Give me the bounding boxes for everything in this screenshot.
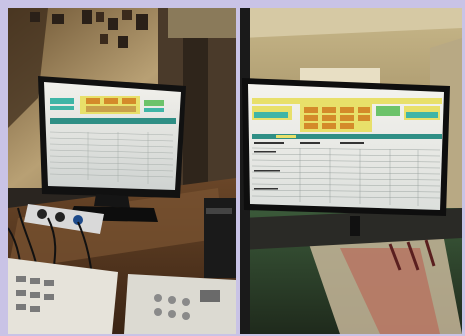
screen-active-tab xyxy=(276,135,296,138)
right-monitor xyxy=(242,78,450,216)
doorway-light xyxy=(168,8,236,38)
screen-teal-button xyxy=(254,112,288,118)
screen-teal-block xyxy=(50,98,74,104)
screen-orange-key xyxy=(104,98,118,104)
screen-teal-block-2 xyxy=(50,106,74,110)
monitor-neck xyxy=(94,194,130,208)
left-photo-scene xyxy=(8,8,236,334)
screen-orange-key xyxy=(86,98,100,104)
left-photo xyxy=(8,8,236,334)
control-panel-right xyxy=(124,274,236,334)
screen-green-block xyxy=(376,106,400,116)
screen-teal-right xyxy=(406,112,438,118)
screen-orange-row xyxy=(86,106,136,112)
screen-menu-bar xyxy=(252,98,442,104)
door-frame xyxy=(183,38,208,198)
screen-green-block xyxy=(144,100,164,106)
screen-tabbar xyxy=(50,118,176,124)
monitor-arm xyxy=(350,216,360,236)
photo-collage xyxy=(0,0,465,336)
right-photo-scene xyxy=(240,8,462,334)
side-device-slot xyxy=(206,208,232,214)
right-photo xyxy=(240,8,462,334)
screen-teal-block-3 xyxy=(144,108,164,112)
screen-orange-key xyxy=(122,98,136,104)
